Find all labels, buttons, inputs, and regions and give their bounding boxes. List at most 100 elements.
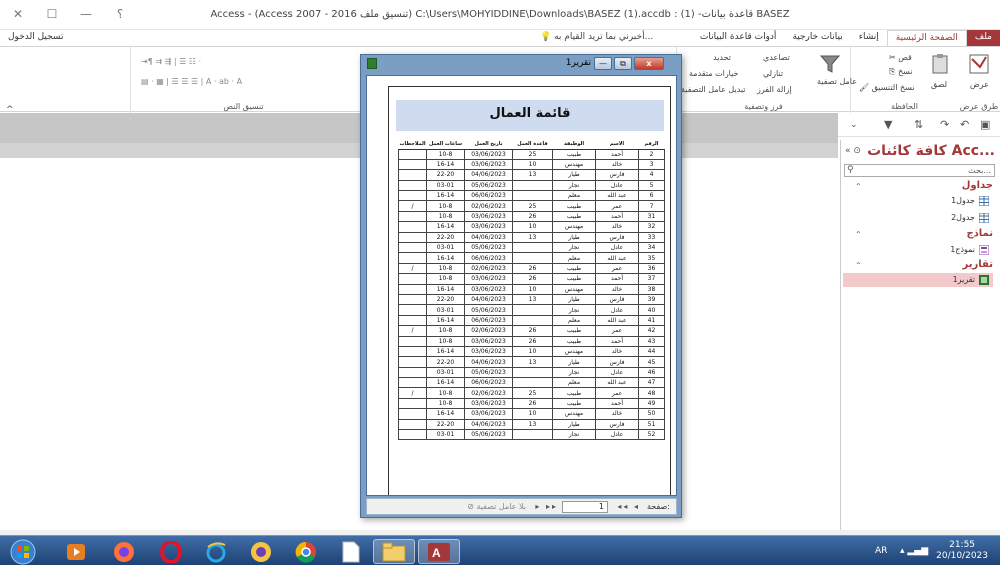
table-cell: 16-14 <box>426 158 465 171</box>
table-row: 33 فارس طيار 13 04/06/2023 22-20 <box>398 231 665 244</box>
nav-group-reports[interactable]: تقارير <box>963 259 993 270</box>
qat-dropdown-icon[interactable]: ⌄ <box>850 120 858 130</box>
table-cell: 10-8 <box>426 148 465 160</box>
table-cell: عمر <box>595 200 639 212</box>
ascending-button[interactable]: تصاعدي <box>763 53 790 62</box>
sort-icon[interactable]: ⇅ <box>914 118 923 131</box>
table-cell: 33 <box>638 231 665 244</box>
paste-button[interactable]: لصق <box>931 80 947 89</box>
copy-button[interactable]: ⎘ نسخ <box>889 67 912 77</box>
nav-pane-toggle-icon[interactable]: « ⊙ <box>845 146 861 156</box>
table-cell: 10-8 <box>426 210 465 223</box>
table-cell: عمر <box>595 262 639 275</box>
report-header: قائمة العمال <box>396 100 664 131</box>
filter-icon[interactable] <box>819 53 841 75</box>
table-cell: 10-8 <box>426 387 465 399</box>
next-last-page-buttons[interactable]: ▸ ▸▸ <box>535 502 558 511</box>
nav-item-form1[interactable]: نموذج1 <box>843 243 993 257</box>
table-cell <box>398 408 427 420</box>
table-icon <box>979 213 989 223</box>
toggle-filter-button[interactable]: تبديل عامل التصفية <box>681 85 746 94</box>
collapse-forms-icon[interactable]: ⌃ <box>855 230 862 239</box>
start-button[interactable] <box>2 539 44 564</box>
table-cell: 51 <box>638 418 665 431</box>
media-player-icon <box>67 543 85 560</box>
taskbar-chrome[interactable] <box>285 539 327 564</box>
table-cell: 13 <box>512 231 553 244</box>
svg-text:A: A <box>432 546 441 560</box>
taskbar-media-player[interactable] <box>55 539 97 564</box>
table-cell: 35 <box>638 252 665 264</box>
language-indicator[interactable]: AR <box>875 546 887 556</box>
table-cell <box>398 169 427 181</box>
view-icon[interactable] <box>968 53 990 75</box>
table-row: 50 خالد مهندس 10 03/06/2023 16-14 <box>398 408 665 420</box>
window-title: Access - (Access 2007 - 2016 تنسيق ملف) … <box>210 9 790 20</box>
signin-link[interactable]: تسجيل الدخول <box>8 32 63 42</box>
cut-button[interactable]: ✂ قص <box>889 53 912 62</box>
report-close-button[interactable]: x <box>634 57 664 70</box>
first-prev-page-buttons[interactable]: ◂◂ ◂ <box>617 502 640 511</box>
tell-me-box[interactable]: 💡 أخبرني بما تريد القيام به... <box>540 32 653 42</box>
nav-pane-title[interactable]: كافة كائنات Acc... <box>867 143 995 159</box>
tab-database-tools[interactable]: أدوات قاعدة البيانات <box>692 30 785 46</box>
chrome-icon <box>295 541 316 563</box>
undo-icon[interactable]: ↶ <box>960 118 969 131</box>
report-preview-area[interactable]: قائمة العمال الرقم الاسم الوظيفة قاعدة ا… <box>366 75 677 496</box>
taskbar-firefox[interactable] <box>103 539 145 564</box>
table-cell: 10 <box>512 158 553 171</box>
table-cell: 06/06/2023 <box>464 190 513 202</box>
tab-external-data[interactable]: بيانات خارجية <box>784 30 850 46</box>
table-cell: 41 <box>638 314 665 327</box>
tab-create[interactable]: إنشاء <box>851 30 887 46</box>
table-cell: 03/06/2023 <box>464 335 513 347</box>
table-cell: خالد <box>595 408 639 420</box>
table-cell: / <box>398 262 427 275</box>
table-cell: 03/06/2023 <box>464 345 513 358</box>
table-row: 3 خالد مهندس 10 03/06/2023 16-14 <box>398 158 665 171</box>
save-icon[interactable]: ▣ <box>980 118 990 131</box>
collapse-reports-icon[interactable]: ⌃ <box>855 261 862 270</box>
nav-group-tables[interactable]: جداول <box>962 180 993 191</box>
table-row: 35 عبد الله معلم 06/06/2023 16-14 <box>398 252 665 264</box>
taskbar-ie[interactable] <box>195 539 237 564</box>
filter-button[interactable]: عامل تصفية <box>817 77 857 86</box>
paste-icon[interactable] <box>929 53 951 75</box>
color-controls[interactable]: ▤ · ▦ | ☰ ☰ ☰ | A · ab · A <box>141 77 242 86</box>
remove-sort-button[interactable]: إزالة الفرز <box>757 85 792 94</box>
tab-home[interactable]: الصفحة الرئيسية <box>886 30 967 46</box>
no-filter-indicator[interactable]: ⊘ بلا عامل تصفية <box>467 502 526 511</box>
selection-button[interactable]: تحديد <box>713 53 731 62</box>
report-minimize-button[interactable]: — <box>594 57 612 70</box>
table-cell: عادل <box>595 179 639 192</box>
taskbar-app[interactable] <box>240 539 282 564</box>
table-cell: 02/06/2023 <box>464 200 513 212</box>
advanced-button[interactable]: خيارات متقدمة <box>689 69 738 78</box>
taskbar-opera[interactable] <box>150 539 192 564</box>
descending-button[interactable]: تنازلي <box>763 69 783 78</box>
taskbar-file-explorer[interactable] <box>373 539 415 564</box>
page-number-input[interactable]: 1 <box>562 501 608 513</box>
nav-item-table2[interactable]: جدول2 <box>843 211 993 225</box>
nav-group-forms[interactable]: نماذج <box>966 228 993 239</box>
nav-item-label: نموذج1 <box>950 245 975 254</box>
table-row: 42 عمر طبيب 26 02/06/2023 10-8/ <box>398 325 665 337</box>
redo-icon[interactable]: ↷ <box>940 118 949 131</box>
report-window-titlebar[interactable]: — ⧉ x تقرير1 <box>361 55 681 73</box>
paragraph-controls[interactable]: ⇥¶ ⇉ ⇶ | ☰ ☷ · <box>141 57 201 66</box>
collapse-tables-icon[interactable]: ⌃ <box>855 182 862 191</box>
report-restore-button[interactable]: ⧉ <box>614 57 632 70</box>
clock[interactable]: 21:55 20/10/2023 <box>936 540 988 562</box>
taskbar-access[interactable]: A <box>418 539 460 564</box>
network-icon[interactable]: ▴ ▂▄▆ <box>900 546 928 556</box>
nav-item-report1[interactable]: تقرير1 <box>843 273 993 287</box>
taskbar-document[interactable] <box>330 539 372 564</box>
text-formatting-group-label: تنسيق النص <box>223 102 264 111</box>
nav-search-input[interactable]: ⚲ بحث... <box>844 164 995 177</box>
view-button[interactable]: عرض <box>970 80 989 89</box>
format-painter-button[interactable]: 🖌 نسخ التنسيق <box>859 83 914 92</box>
tab-file[interactable]: ملف <box>966 30 1000 46</box>
nav-item-table1[interactable]: جدول1 <box>843 194 993 208</box>
table-cell: 25 <box>512 148 553 160</box>
filter-icon[interactable]: ▼ <box>884 118 892 131</box>
